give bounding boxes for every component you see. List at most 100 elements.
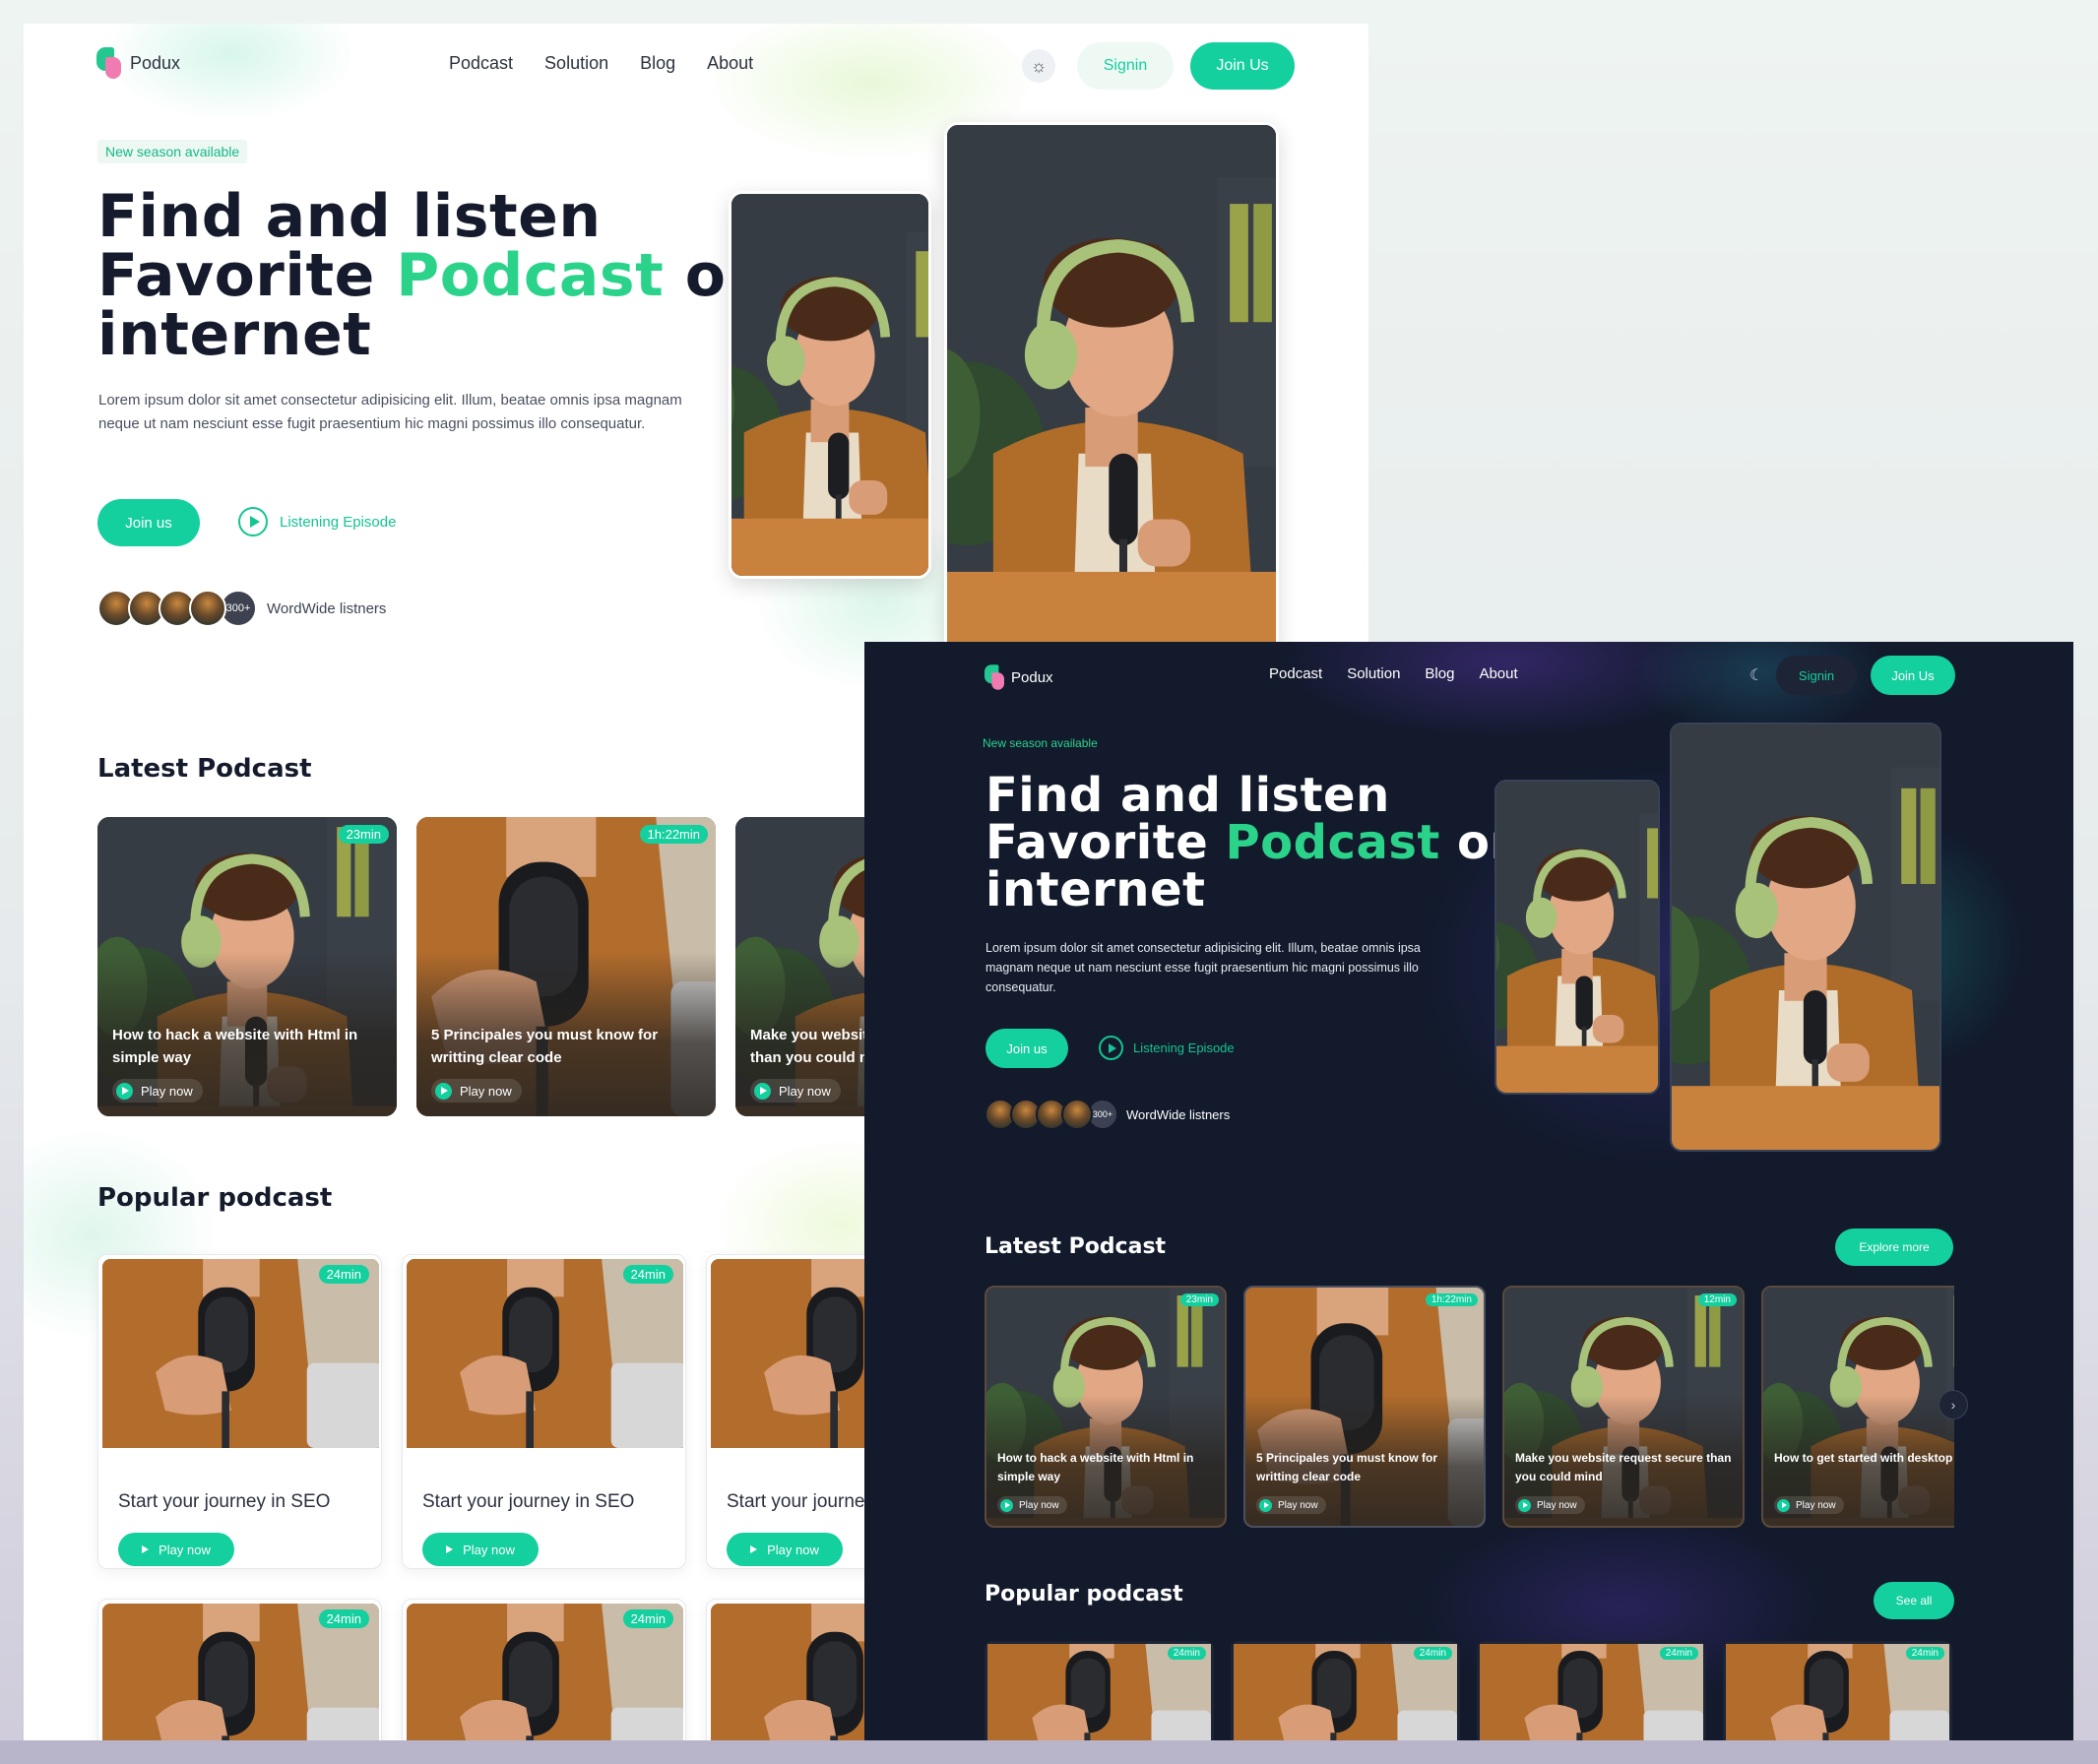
listening-episode-label: Listening Episode bbox=[280, 513, 397, 531]
play-now-button[interactable]: Play now bbox=[112, 1079, 203, 1102]
card-title: How to hack a website with Html in simpl… bbox=[997, 1451, 1194, 1483]
listeners-label: WordWide listners bbox=[1126, 1106, 1231, 1122]
moon-icon[interactable]: ☾ bbox=[1743, 662, 1770, 689]
podux-logo-icon bbox=[985, 664, 1005, 690]
nav-item-blog[interactable]: Blog bbox=[640, 53, 675, 74]
listening-episode-label: Listening Episode bbox=[1133, 1040, 1235, 1055]
latest-card[interactable]: 1h:22min 5 Principales you must know for… bbox=[416, 817, 716, 1116]
nav-item-blog[interactable]: Blog bbox=[1425, 665, 1454, 682]
listeners-label: WordWide listners bbox=[267, 599, 387, 617]
sun-icon[interactable]: ☼ bbox=[1022, 49, 1055, 83]
dark-theme-page: Podux Podcast Solution Blog About ☾ Sign… bbox=[864, 642, 2073, 1741]
play-icon bbox=[116, 1082, 133, 1100]
play-now-button[interactable]: Play now bbox=[118, 1533, 234, 1566]
new-season-tag: New season available bbox=[983, 736, 1098, 750]
chevron-right-icon[interactable]: › bbox=[1939, 1390, 1968, 1419]
play-icon bbox=[1259, 1498, 1272, 1512]
hero-join-button[interactable]: Join us bbox=[97, 499, 200, 546]
latest-card[interactable]: 23min How to hack a website with Html in… bbox=[985, 1286, 1227, 1528]
signin-button[interactable]: Signin bbox=[1077, 42, 1174, 90]
play-now-button[interactable]: Play now bbox=[431, 1079, 522, 1102]
brand-logo[interactable]: Podux bbox=[96, 47, 180, 79]
duration-badge: 23min bbox=[338, 825, 389, 844]
latest-card[interactable]: 23min How to hack a website with Html in… bbox=[97, 817, 397, 1116]
hero-photo-small bbox=[1494, 780, 1660, 1095]
nav-item-solution[interactable]: Solution bbox=[1347, 665, 1400, 682]
avatar bbox=[1061, 1099, 1093, 1130]
card-title: Start your journey in SEO bbox=[118, 1491, 331, 1512]
see-all-button[interactable]: See all bbox=[1874, 1582, 1954, 1619]
play-now-button[interactable]: Play now bbox=[1515, 1496, 1585, 1514]
popular-card[interactable]: 24min bbox=[1231, 1641, 1460, 1741]
new-season-tag: New season available bbox=[97, 140, 248, 163]
nav-item-solution[interactable]: Solution bbox=[544, 53, 608, 74]
join-us-button[interactable]: Join Us bbox=[1871, 656, 1955, 695]
popular-card[interactable]: 24min Start your journey in SEO Play now bbox=[402, 1254, 686, 1569]
nav-item-about[interactable]: About bbox=[1479, 665, 1517, 682]
play-icon bbox=[1000, 1498, 1013, 1512]
main-nav: Podcast Solution Blog About bbox=[1269, 665, 1518, 682]
popular-card[interactable]: 24min bbox=[1723, 1641, 1952, 1741]
play-now-button[interactable]: Play now bbox=[997, 1496, 1067, 1514]
join-us-button[interactable]: Join Us bbox=[1190, 42, 1295, 90]
popular-card[interactable]: 24min bbox=[1477, 1641, 1706, 1741]
title-highlight: Podcast bbox=[396, 241, 665, 310]
brand-name: Podux bbox=[130, 52, 181, 73]
duration-badge: 24min bbox=[1905, 1647, 1944, 1660]
duration-badge: 24min bbox=[318, 1265, 369, 1284]
listening-episode-link[interactable]: Listening Episode bbox=[238, 507, 396, 536]
latest-podcast-title: Latest Podcast bbox=[985, 1234, 1167, 1259]
nav-item-about[interactable]: About bbox=[707, 53, 753, 74]
play-now-button[interactable]: Play now bbox=[750, 1079, 841, 1102]
duration-badge: 24min bbox=[622, 1609, 673, 1628]
popular-card[interactable]: 24min bbox=[97, 1599, 382, 1741]
explore-more-button[interactable]: Explore more bbox=[1835, 1228, 1953, 1266]
popular-podcast-title: Popular podcast bbox=[985, 1582, 1183, 1606]
duration-badge: 24min bbox=[1167, 1647, 1206, 1660]
nav-item-podcast[interactable]: Podcast bbox=[1269, 665, 1322, 682]
play-now-button[interactable]: Play now bbox=[1256, 1496, 1326, 1514]
play-icon bbox=[1518, 1498, 1531, 1512]
card-title: How to hack a website with Html in simpl… bbox=[112, 1027, 358, 1067]
latest-card[interactable]: 12min Make you website request secure th… bbox=[1502, 1286, 1745, 1528]
signin-button[interactable]: Signin bbox=[1776, 656, 1857, 695]
duration-badge: 1h:22min bbox=[639, 825, 708, 844]
duration-badge: 24min bbox=[1659, 1647, 1698, 1660]
listening-episode-link[interactable]: Listening Episode bbox=[1099, 1036, 1235, 1060]
latest-card[interactable]: 1h:22min 5 Principales you must know for… bbox=[1243, 1286, 1486, 1528]
main-nav: Podcast Solution Blog About bbox=[449, 53, 753, 74]
card-title: 5 Principales you must know for writting… bbox=[1256, 1451, 1438, 1483]
hero-join-button[interactable]: Join us bbox=[985, 1029, 1068, 1068]
popular-card[interactable]: 24min Start your journey in SEO Play now bbox=[97, 1254, 382, 1569]
play-icon bbox=[1777, 1498, 1790, 1512]
podux-logo-icon bbox=[96, 47, 122, 79]
hero-description: Lorem ipsum dolor sit amet consectetur a… bbox=[985, 941, 1421, 994]
play-icon bbox=[754, 1082, 771, 1100]
play-icon bbox=[435, 1082, 452, 1100]
play-now-button[interactable]: Play now bbox=[727, 1533, 843, 1566]
duration-badge: 12min bbox=[1697, 1293, 1737, 1306]
popular-podcast-title: Popular podcast bbox=[97, 1183, 333, 1213]
listener-avatars: 300+ WordWide listners bbox=[985, 1099, 1230, 1130]
duration-badge: 24min bbox=[622, 1265, 673, 1284]
popular-card[interactable]: 24min bbox=[985, 1641, 1214, 1741]
brand-name: Podux bbox=[1011, 668, 1053, 686]
duration-badge: 24min bbox=[318, 1609, 369, 1628]
play-now-button[interactable]: Play now bbox=[422, 1533, 539, 1566]
play-now-button[interactable]: Play now bbox=[1774, 1496, 1844, 1514]
nav-item-podcast[interactable]: Podcast bbox=[449, 53, 513, 74]
hero-description: Lorem ipsum dolor sit amet consectetur a… bbox=[98, 392, 682, 433]
popular-card[interactable]: 24min bbox=[402, 1599, 686, 1741]
page-bottom-strip bbox=[0, 1740, 2098, 1764]
latest-podcast-title: Latest Podcast bbox=[97, 754, 312, 784]
title-highlight: Podcast bbox=[1225, 815, 1440, 870]
listener-avatars: 300+ WordWide listners bbox=[97, 590, 386, 627]
card-title: 5 Principales you must know for writting… bbox=[431, 1027, 659, 1067]
duration-badge: 23min bbox=[1179, 1293, 1219, 1306]
play-circle-icon bbox=[238, 507, 268, 536]
brand-logo[interactable]: Podux bbox=[985, 662, 1053, 693]
hero-title: Find and listen Favorite Podcast on inte… bbox=[97, 182, 769, 369]
duration-badge: 24min bbox=[1413, 1647, 1452, 1660]
hero-title: Find and listen Favorite Podcast on inte… bbox=[985, 768, 1525, 917]
card-title: Make you website request secure than you… bbox=[1515, 1451, 1732, 1483]
